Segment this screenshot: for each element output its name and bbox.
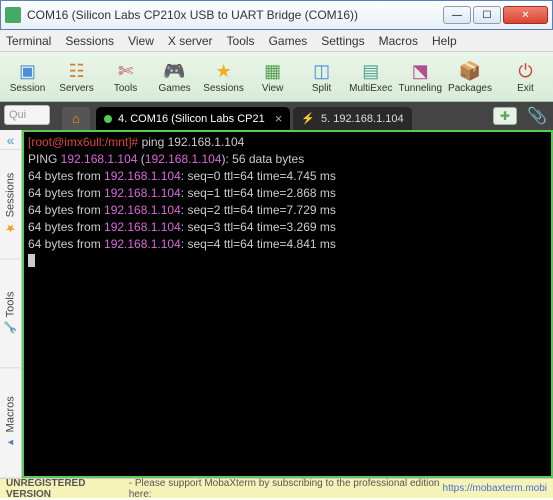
app-icon [5, 7, 21, 23]
lightning-icon: ⚡ [301, 112, 315, 125]
close-tab-icon[interactable]: × [275, 111, 283, 126]
terminal-cursor [28, 254, 35, 267]
wrench-icon: 🔧 [4, 322, 17, 335]
servers-icon: ☷ [65, 59, 89, 83]
window-title: COM16 (Silicon Labs CP210x USB to UART B… [27, 8, 443, 22]
new-tab-button[interactable]: ✚ [493, 107, 517, 125]
star-icon: ★ [4, 221, 18, 235]
terminal-icon: ▣ [16, 59, 40, 83]
star-icon: ★ [212, 59, 236, 83]
multiexec-icon: ▤ [359, 59, 383, 83]
tunneling-button[interactable]: ⬔Tunneling [398, 59, 442, 94]
tab-com16[interactable]: 4. COM16 (Silicon Labs CP21 × [96, 107, 290, 130]
exit-button[interactable]: ⏻Exit [504, 59, 547, 94]
menubar: Terminal Sessions View X server Tools Ga… [0, 30, 553, 52]
quick-connect-input[interactable]: Qui [4, 105, 50, 125]
menu-terminal[interactable]: Terminal [6, 34, 51, 48]
menu-tools[interactable]: Tools [227, 34, 255, 48]
sidetab-sessions[interactable]: ★Sessions [0, 150, 21, 259]
subscribe-link[interactable]: https://mobaxterm.mobi [443, 483, 547, 494]
split-button[interactable]: ◫Split [300, 59, 343, 94]
view-button[interactable]: ▦View [251, 59, 294, 94]
split-icon: ◫ [310, 59, 334, 83]
menu-macros[interactable]: Macros [379, 34, 418, 48]
tab-ssh[interactable]: ⚡ 5. 192.168.1.104 [293, 107, 411, 130]
games-icon: 🎮 [163, 59, 187, 83]
macro-icon: ▸ [4, 436, 17, 449]
tools-button[interactable]: ✄Tools [104, 59, 147, 94]
tab-label: 5. 192.168.1.104 [321, 113, 404, 125]
titlebar: COM16 (Silicon Labs CP210x USB to UART B… [0, 0, 553, 30]
terminal-output[interactable]: [root@imx6ull:/mnt]# ping 192.168.1.104 … [22, 130, 553, 478]
statusbar: UNREGISTERED VERSION - Please support Mo… [0, 478, 553, 498]
maximize-button[interactable]: ☐ [473, 6, 501, 24]
menu-help[interactable]: Help [432, 34, 457, 48]
view-icon: ▦ [261, 59, 285, 83]
tab-label: 4. COM16 (Silicon Labs CP21 [118, 113, 265, 125]
packages-button[interactable]: 📦Packages [448, 59, 492, 94]
menu-sessions[interactable]: Sessions [65, 34, 114, 48]
toolbar: ▣Session ☷Servers ✄Tools 🎮Games ★Session… [0, 52, 553, 102]
servers-button[interactable]: ☷Servers [55, 59, 98, 94]
home-tab[interactable]: ⌂ [62, 107, 90, 130]
sessions-button[interactable]: ★Sessions [202, 59, 245, 94]
sidetab-macros[interactable]: ▸Macros [0, 369, 21, 478]
sidetab-tools[interactable]: 🔧Tools [0, 259, 21, 368]
menu-settings[interactable]: Settings [321, 34, 364, 48]
packages-icon: 📦 [458, 59, 482, 83]
minimize-button[interactable]: — [443, 6, 471, 24]
tunneling-icon: ⬔ [408, 59, 432, 83]
menu-view[interactable]: View [128, 34, 154, 48]
status-dot-icon [104, 115, 112, 123]
side-panel: « ★Sessions 🔧Tools ▸Macros [0, 130, 22, 478]
menu-xserver[interactable]: X server [168, 34, 213, 48]
collapse-sidebar-button[interactable]: « [0, 130, 21, 150]
status-text: - Please support MobaXterm by subscribin… [129, 478, 443, 500]
multiexec-button[interactable]: ▤MultiExec [349, 59, 392, 94]
tabbar: Qui ⌂ 4. COM16 (Silicon Labs CP21 × ⚡ 5.… [0, 102, 553, 130]
session-button[interactable]: ▣Session [6, 59, 49, 94]
tools-icon: ✄ [114, 59, 138, 83]
games-button[interactable]: 🎮Games [153, 59, 196, 94]
menu-games[interactable]: Games [269, 34, 308, 48]
power-icon: ⏻ [513, 59, 537, 83]
paperclip-icon[interactable]: 📎 [527, 106, 547, 126]
close-button[interactable]: ✕ [503, 6, 548, 24]
unregistered-label: UNREGISTERED VERSION [6, 478, 125, 500]
